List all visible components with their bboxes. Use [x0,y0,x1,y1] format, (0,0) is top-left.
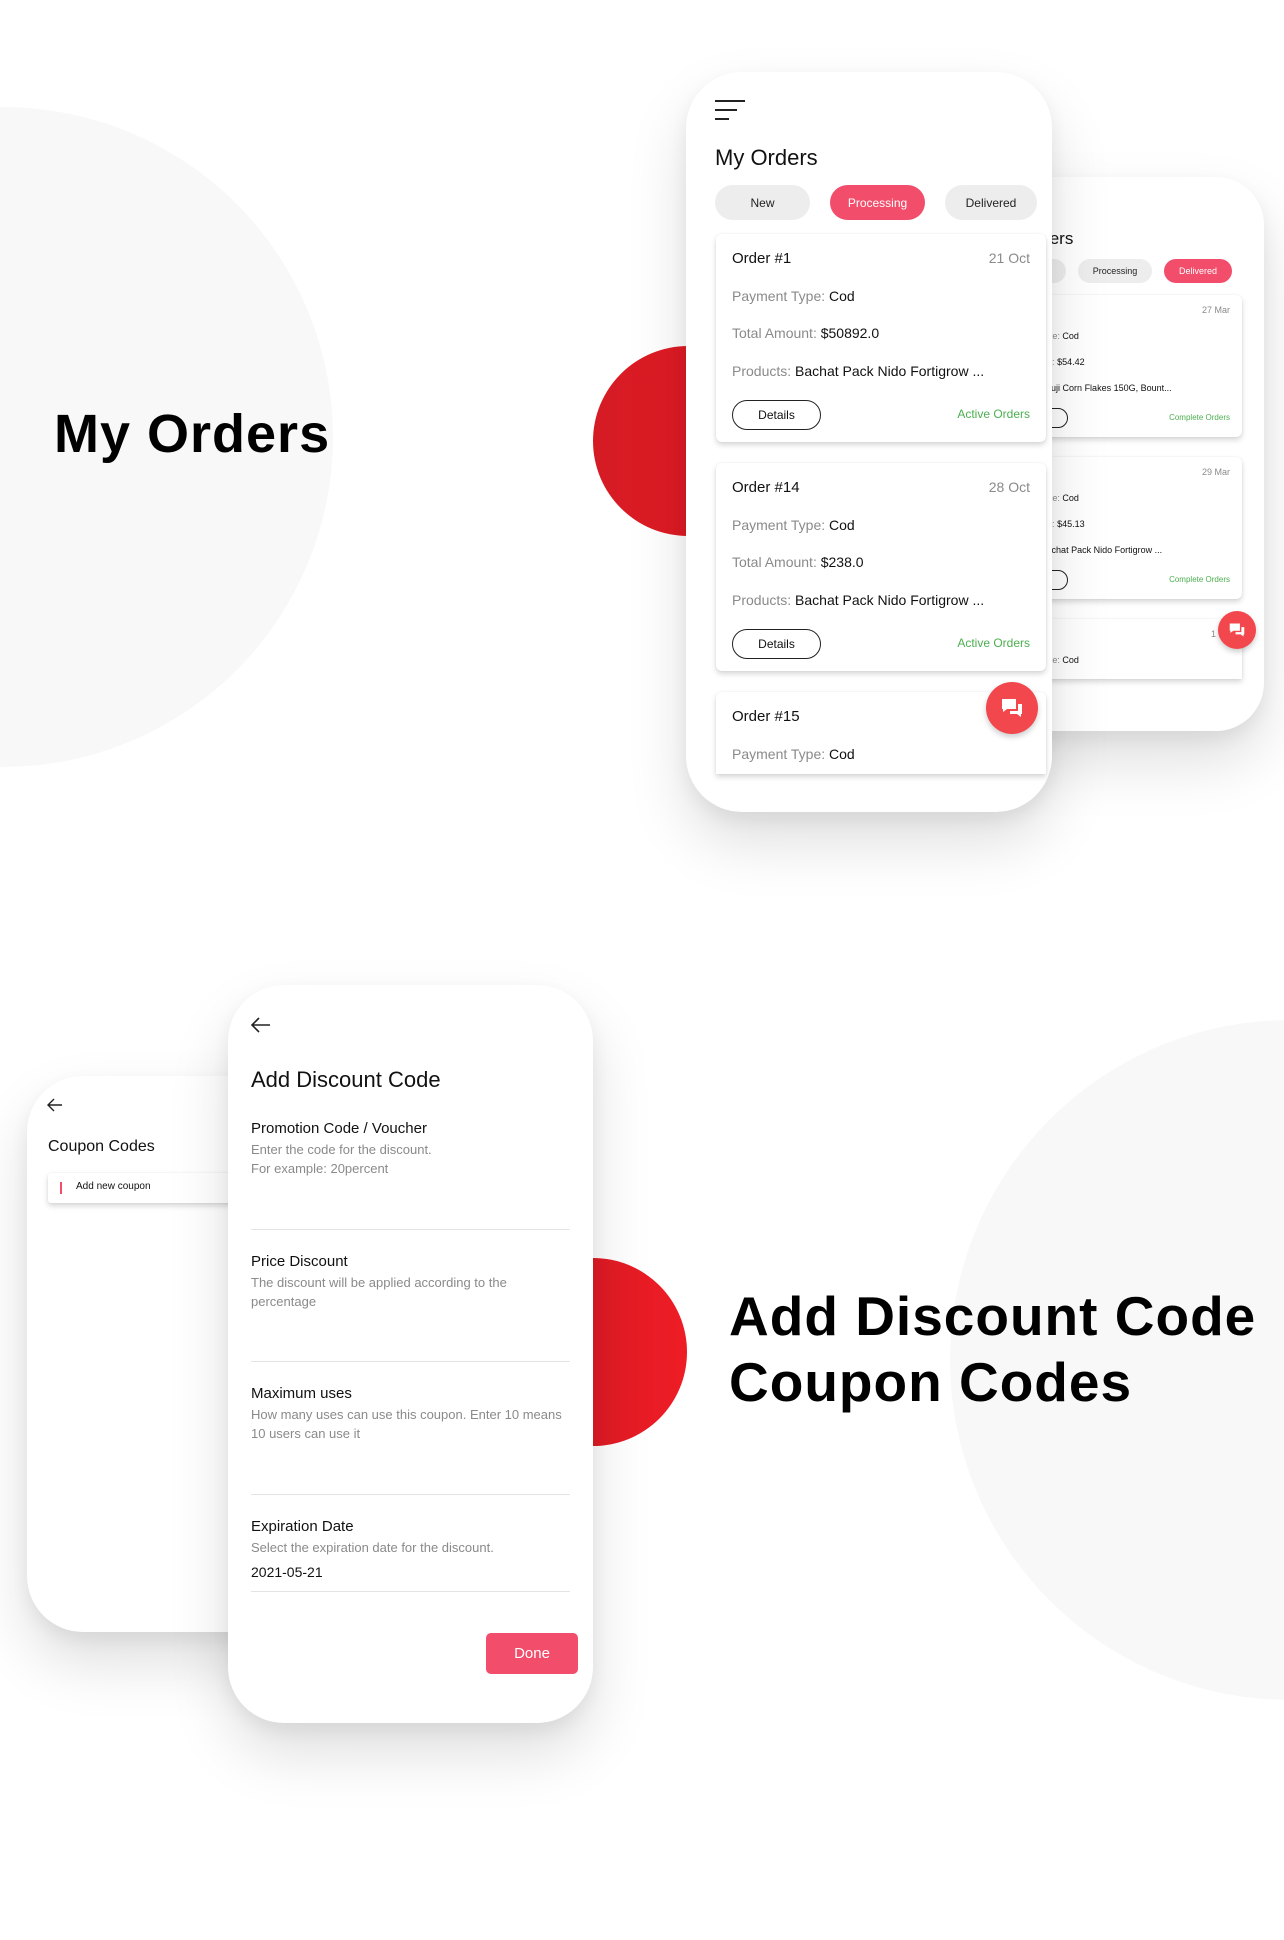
amount-label: Total Amount: [732,554,817,570]
products: Products: Bachat Pack Nido Fortigrow ... [732,363,984,379]
order-date: 29 Mar [1201,467,1230,477]
order-date: 27 Mar [1201,305,1230,315]
expiration-date-underline [251,1591,570,1592]
phone-processing-orders: My Orders New Processing Delivered Order… [686,72,1052,812]
products-value: Bachat Pack Nido Fortigrow ... [795,363,985,379]
tab-processing[interactable]: Processing [1078,259,1152,283]
order-number: Order #1 [732,250,792,267]
order-status: Complete Orders [1169,413,1230,422]
details-button[interactable]: Details [732,629,821,659]
headline-my-orders: My Orders [54,404,331,464]
field-title-price-discount: Price Discount [251,1253,348,1270]
amount-value: $50892.0 [820,325,880,341]
amount-value: $54.42 [1057,357,1085,367]
chat-fab-button[interactable] [986,682,1038,734]
order-card: Order #1 21 Oct Payment Type: Cod Total … [716,234,1046,442]
order-status: Active Orders [957,407,1030,421]
payment-type: Payment Type: Cod [732,746,855,762]
payment-value: Cod [829,746,855,762]
products-label: Products: [732,363,792,379]
products-value: Bachat Pack Nido Fortigrow ... [1040,545,1163,555]
order-status: Complete Orders [1169,575,1230,584]
headline-add-discount-code: Add Discount Code [729,1285,1257,1347]
expiration-date-input[interactable]: 2021-05-21 [251,1564,323,1580]
order-date: 1 [1210,629,1216,639]
order-date: 21 Oct [988,250,1030,266]
order-number: Order #14 [732,479,800,496]
screen-title: My Orders [715,145,818,170]
order-date: 28 Oct [988,479,1030,495]
payment-value: Cod [1062,493,1079,503]
screen-title: Add Discount Code [251,1067,441,1092]
payment-value: Cod [829,517,855,533]
payment-type: Payment Type: Cod [732,517,855,533]
tab-processing[interactable]: Processing [830,185,925,220]
tab-new[interactable]: New [715,185,810,220]
chat-fab-button[interactable] [1218,611,1256,649]
field-desc-max-uses: How many uses can use this coupon. Enter… [251,1407,562,1441]
total-amount: Total Amount: $50892.0 [732,325,879,341]
tab-delivered[interactable]: Delivered [945,185,1037,220]
field-title-max-uses: Maximum uses [251,1385,352,1402]
order-tabs: New Processing Delivered [715,185,1037,220]
field-title-expiration-date: Expiration Date [251,1518,354,1535]
products-value: Bachat Pack Nido Fortigrow ... [795,592,985,608]
field-desc-expiration-date: Select the expiration date for the disco… [251,1540,494,1555]
hamburger-icon[interactable] [715,100,745,122]
payment-type: Payment Type: Cod [732,288,855,304]
payment-label: Payment Type: [732,746,826,762]
details-button[interactable]: Details [732,400,821,430]
chat-icon [1002,699,1022,717]
back-arrow-icon[interactable] [47,1098,63,1112]
field-desc-promo-code: Enter the code for the discount. For exa… [251,1142,432,1176]
payment-value: Cod [1062,331,1079,341]
amount-value: $238.0 [820,554,864,570]
phone-add-discount-code: Add Discount Code Promotion Code / Vouch… [228,985,593,1723]
headline-coupon-codes: Coupon Codes [729,1351,1133,1413]
amount-label: Total Amount: [732,325,817,341]
promo-code-input[interactable] [251,1229,570,1230]
products-label: Products: [732,592,792,608]
screen-title: Coupon Codes [48,1138,155,1155]
payment-label: Payment Type: [732,517,826,533]
field-title-promo-code: Promotion Code / Voucher [251,1120,427,1137]
payment-label: Payment Type: [732,288,826,304]
payment-value: Cod [829,288,855,304]
amount-value: $45.13 [1057,519,1085,529]
accent-bar [60,1182,62,1194]
back-arrow-icon[interactable] [251,1017,271,1033]
order-number: Order #15 [732,708,800,725]
products: Products: Bachat Pack Nido Fortigrow ... [732,592,984,608]
order-card: Order #14 28 Oct Payment Type: Cod Total… [716,463,1046,671]
products-value: Fauji Corn Flakes 150G, Bount... [1040,383,1172,393]
add-new-coupon-label: Add new coupon [76,1181,151,1192]
payment-value: Cod [1062,655,1079,665]
total-amount: Total Amount: $238.0 [732,554,864,570]
field-desc-price-discount: The discount will be applied according t… [251,1275,507,1309]
done-button[interactable]: Done [486,1633,578,1674]
price-discount-input[interactable] [251,1361,570,1362]
chat-icon [1229,623,1245,637]
max-uses-input[interactable] [251,1494,570,1495]
tab-delivered[interactable]: Delivered [1164,259,1232,283]
order-status: Active Orders [957,636,1030,650]
